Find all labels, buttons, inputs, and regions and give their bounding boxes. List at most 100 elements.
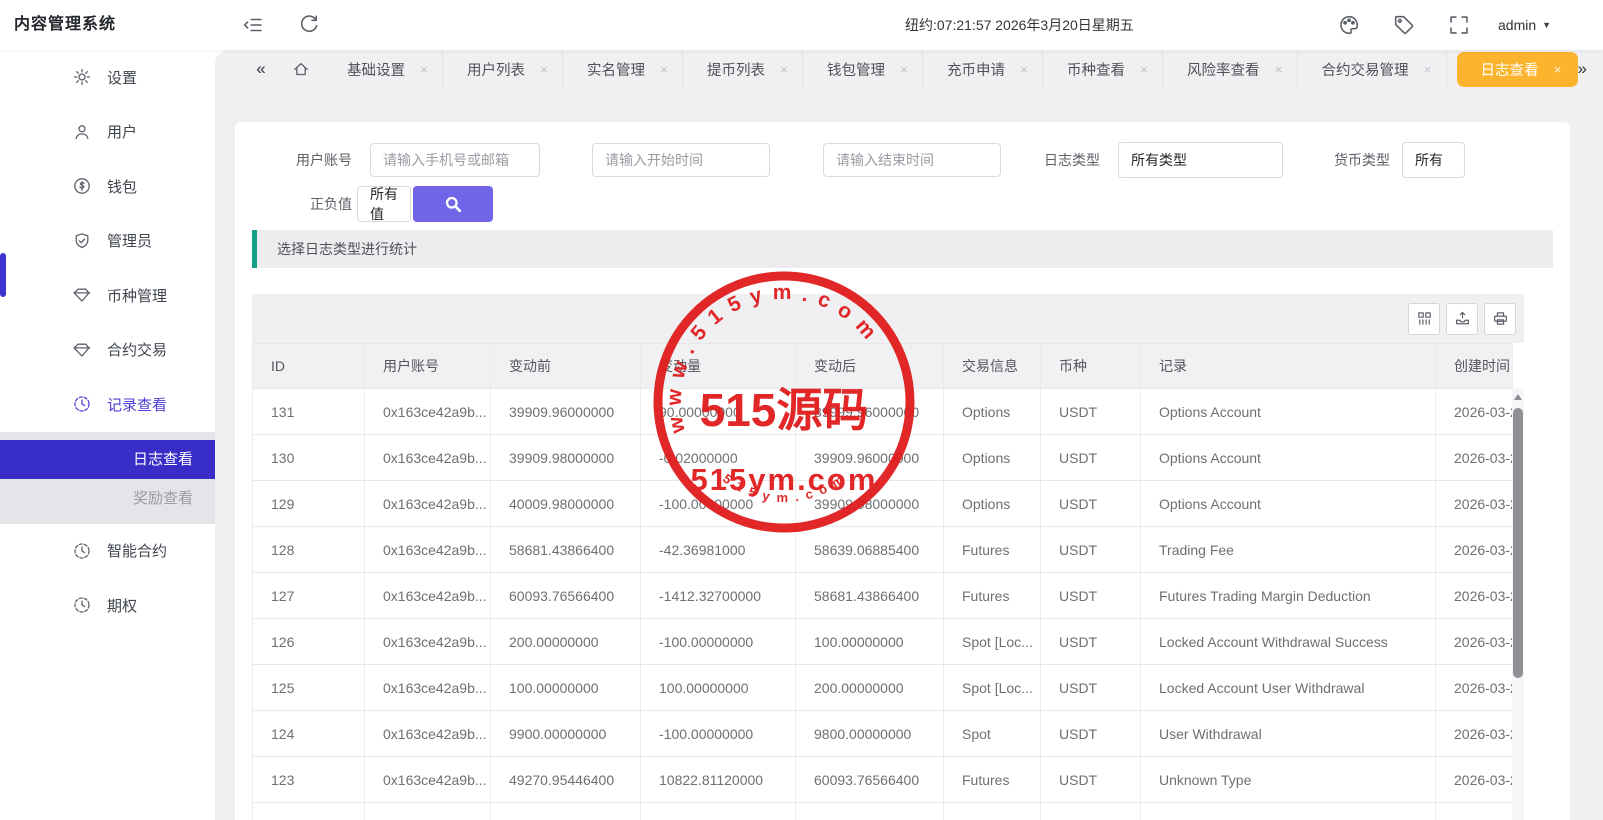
table-cell: -100.00000000 [641,711,796,757]
currency-type-value: 所有 [1415,150,1443,170]
end-time-input[interactable] [823,143,1001,177]
sidebar-subitem-reward-view[interactable]: 奖励查看 [0,479,215,518]
fullscreen-icon[interactable] [1448,14,1470,36]
sidebar-scrollbar[interactable] [0,253,6,297]
scrollbar-thumb[interactable] [1513,408,1523,678]
table-cell: 49270.95446400 [491,757,641,803]
table-row[interactable]: 1270x163ce42a9b...60093.76566400-1412.32… [253,573,1513,619]
scroll-up-arrow-icon[interactable] [1514,394,1522,400]
close-icon[interactable]: × [1018,62,1030,77]
table-cell: 90.00000000 [641,389,796,435]
close-icon[interactable]: × [1273,62,1285,77]
shield-icon [73,232,91,250]
table-cell: 200.00000000 [796,665,944,711]
tab-user-list[interactable]: 用户列表× [443,50,563,88]
sidebar-item-records[interactable]: 记录查看 [0,377,215,432]
close-icon[interactable]: × [778,62,790,77]
table-cell: 0x163ce42a9b... [365,435,491,481]
table-row[interactable]: 1230x163ce42a9b...49270.9544640010822.81… [253,757,1513,803]
table-row[interactable]: 1300x163ce42a9b...39909.98000000-0.02000… [253,435,1513,481]
tabs-scroll-right-icon[interactable]: » [1578,59,1587,79]
table-cell: 10822.81120000 [641,757,796,803]
filter-row-2: 正负值 所有值 [252,186,1553,222]
tabs-scroll-left-icon[interactable]: « [243,59,279,79]
sidebar-item-options[interactable]: 期权 [0,578,215,633]
close-icon[interactable]: × [1138,62,1150,77]
close-icon[interactable]: × [658,62,670,77]
tab-wallet-manage[interactable]: 钱包管理× [803,50,923,88]
search-button[interactable] [413,186,493,222]
table-cell: 0x163ce42a9b... [365,527,491,573]
currency-type-select[interactable]: 所有 [1402,142,1465,178]
sidebar-item-coin-manage[interactable]: 币种管理 [0,268,215,323]
column-header: 变动量 [641,344,796,389]
table-cell: Options [944,481,1041,527]
table-cell: 60093.76566400 [796,757,944,803]
table-cell [253,803,365,820]
table-cell: USDT [1041,665,1141,711]
tab-log-view[interactable]: 日志查看× [1457,52,1578,87]
user-menu[interactable]: admin ▼ [1498,0,1551,50]
table-cell: -100.00000000 [641,619,796,665]
table-row[interactable]: 1310x163ce42a9b...39909.9600000090.00000… [253,389,1513,435]
table-cell: USDT [1041,711,1141,757]
topbar: 内容管理系统 纽约:07:21:57 2026年3月20日星期五 admin ▼ [0,0,1603,50]
sidebar-item-contract-trade[interactable]: 合约交易 [0,323,215,378]
table-cell: 58681.43866400 [796,573,944,619]
sign-label: 正负值 [252,194,352,214]
sidebar: 设置用户钱包管理员币种管理合约交易记录查看日志查看奖励查看智能合约期权 [0,50,215,820]
tab-coin-view[interactable]: 币种查看× [1043,50,1163,88]
table-row[interactable]: 1240x163ce42a9b...9900.00000000-100.0000… [253,711,1513,757]
tab-withdraw-list[interactable]: 提币列表× [683,50,803,88]
notice-text: 选择日志类型进行统计 [277,239,417,259]
table-row[interactable]: 1280x163ce42a9b...58681.43866400-42.3698… [253,527,1513,573]
table-toolbar [252,294,1524,343]
start-time-input[interactable] [592,143,770,177]
account-input[interactable] [370,143,540,177]
theme-palette-icon[interactable] [1338,14,1360,36]
table-cell: Futures [944,527,1041,573]
sidebar-item-smart-contract[interactable]: 智能合约 [0,524,215,579]
tab-basic-settings[interactable]: 基础设置× [323,50,443,88]
tab-contract-trade-manage[interactable]: 合约交易管理× [1298,50,1447,88]
sign-value: 所有值 [370,184,410,224]
column-header: 记录 [1141,344,1436,389]
columns-toggle-button[interactable] [1408,303,1440,335]
close-icon[interactable]: × [898,62,910,77]
table-cell: 131 [253,389,365,435]
table-cell: 40009.98000000 [491,481,641,527]
log-type-select[interactable]: 所有类型 [1118,142,1283,178]
table-cell: 2026-03-20 [1436,435,1513,481]
table-row[interactable]: 1250x163ce42a9b...100.00000000100.000000… [253,665,1513,711]
sidebar-item-users[interactable]: 用户 [0,105,215,160]
table-cell: 128 [253,527,365,573]
tab-kyc-manage[interactable]: 实名管理× [563,50,683,88]
tag-icon[interactable] [1393,14,1415,36]
table-row[interactable]: 1290x163ce42a9b...40009.98000000-100.000… [253,481,1513,527]
print-button[interactable] [1484,303,1516,335]
clock-icon [73,596,91,614]
clock-icon [73,395,91,413]
close-icon[interactable]: × [538,62,550,77]
tab-deposit-request[interactable]: 充币申请× [923,50,1043,88]
close-icon[interactable]: × [1552,62,1564,77]
table-cell [1436,803,1513,820]
table-cell: 60093.76566400 [491,573,641,619]
sidebar-item-wallet[interactable]: 钱包 [0,159,215,214]
export-button[interactable] [1446,303,1478,335]
sidebar-subitem-log-view[interactable]: 日志查看 [0,440,215,479]
close-icon[interactable]: × [418,62,430,77]
sign-select[interactable]: 所有值 [357,186,411,222]
table-cell: User Withdrawal [1141,711,1436,757]
table-cell: Futures [944,757,1041,803]
sidebar-item-settings[interactable]: 设置 [0,50,215,105]
close-icon[interactable]: × [1422,62,1434,77]
refresh-icon[interactable] [298,14,320,36]
sidebar-item-admins[interactable]: 管理员 [0,214,215,269]
home-tab-icon[interactable] [279,60,323,78]
collapse-sidebar-icon[interactable] [242,14,264,36]
tab-risk-rate-view[interactable]: 风险率查看× [1163,50,1298,88]
table-row[interactable]: 1260x163ce42a9b...200.00000000-100.00000… [253,619,1513,665]
table-vertical-scrollbar[interactable] [1512,388,1524,820]
table-cell: Unknown Type [1141,757,1436,803]
